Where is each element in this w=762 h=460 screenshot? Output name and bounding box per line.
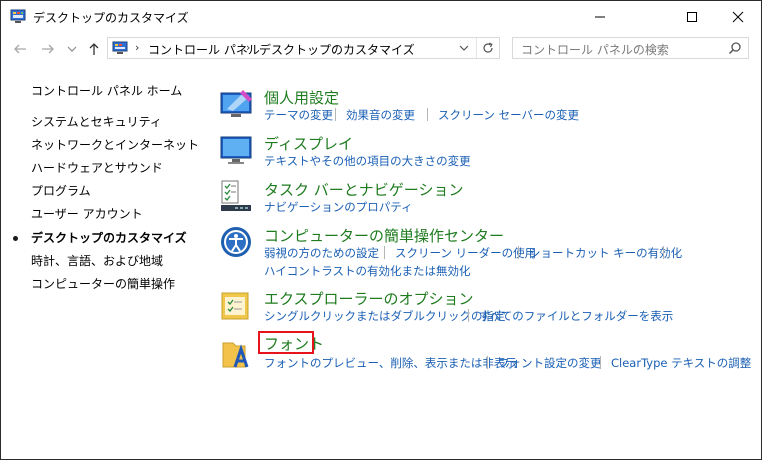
- address-bar[interactable]: › コントロール パネル › デスクトップのカスタマイズ: [107, 37, 500, 59]
- sidebar-item-user-accounts[interactable]: ユーザー アカウント: [31, 205, 143, 222]
- category-title-file-explorer-options[interactable]: エクスプローラーのオプション: [264, 288, 474, 309]
- current-item-bullet: [13, 236, 18, 241]
- refresh-button[interactable]: [476, 38, 499, 58]
- maximize-icon: [687, 11, 697, 22]
- forward-button[interactable]: [39, 39, 57, 59]
- link-separator: [468, 309, 469, 322]
- breadcrumb-separator-icon[interactable]: ›: [246, 41, 250, 54]
- recent-locations-button[interactable]: [65, 39, 79, 59]
- breadcrumb-control-panel[interactable]: コントロール パネル: [148, 41, 260, 58]
- sidebar-item-hardware-sound[interactable]: ハードウェアとサウンド: [31, 159, 163, 176]
- address-dropdown-button[interactable]: [455, 38, 473, 58]
- category-title-ease-of-access[interactable]: コンピューターの簡単操作センター: [264, 225, 504, 246]
- link-change-sounds[interactable]: 効果音の変更: [346, 107, 415, 123]
- chevron-down-icon: [459, 45, 469, 51]
- control-panel-window: デスクトップのカスタマイズ › コントロール パネル › デスクトップのカスタマ…: [0, 0, 762, 460]
- link-screen-reader[interactable]: スクリーン リーダーの使用: [395, 245, 536, 261]
- file-explorer-options-icon[interactable]: [219, 289, 253, 323]
- back-arrow-icon: [14, 44, 26, 54]
- sidebar-item-control-panel-home[interactable]: コントロール パネル ホーム: [31, 82, 182, 99]
- link-separator: [518, 246, 519, 259]
- taskbar-navigation-icon[interactable]: [219, 179, 253, 213]
- link-font-preview[interactable]: フォントのプレビュー、削除、表示または非表示: [264, 355, 517, 371]
- sidebar-item-network-internet[interactable]: ネットワークとインターネット: [31, 136, 199, 153]
- link-separator: [663, 246, 664, 259]
- title-bar[interactable]: デスクトップのカスタマイズ: [1, 1, 761, 33]
- link-separator: [335, 108, 336, 121]
- link-font-settings[interactable]: フォント設定の変更: [498, 355, 602, 371]
- link-text-size[interactable]: テキストやその他の項目の大きさの変更: [264, 153, 471, 169]
- refresh-icon: [483, 42, 493, 53]
- category-title-taskbar-navigation[interactable]: タスク バーとナビゲーション: [264, 179, 463, 200]
- personalization-icon[interactable]: [219, 87, 253, 121]
- control-panel-icon: [112, 41, 128, 54]
- forward-arrow-icon: [42, 44, 54, 54]
- search-input[interactable]: コントロール パネルの検索: [521, 41, 669, 58]
- sidebar-item-appearance[interactable]: デスクトップのカスタマイズ: [31, 229, 187, 246]
- fonts-icon[interactable]: [219, 337, 253, 371]
- link-change-theme[interactable]: テーマの変更: [264, 107, 333, 123]
- link-shortcut-keys[interactable]: ショートカット キーの有効化: [529, 245, 682, 261]
- window-title: デスクトップのカスタマイズ: [33, 11, 189, 25]
- sidebar-item-clock-language-region[interactable]: 時計、言語、および地域: [31, 252, 163, 269]
- link-separator: [600, 356, 601, 369]
- link-low-vision[interactable]: 弱視の方のための設定: [264, 245, 379, 261]
- link-separator: [487, 356, 488, 369]
- sidebar-item-system-security[interactable]: システムとセキュリティ: [31, 113, 162, 130]
- minimize-icon: [595, 16, 605, 17]
- link-cleartype[interactable]: ClearType テキストの調整: [611, 355, 751, 371]
- control-panel-icon: [10, 9, 26, 23]
- maximize-button[interactable]: [669, 1, 715, 32]
- link-change-screensaver[interactable]: スクリーン セーバーの変更: [438, 107, 579, 123]
- breadcrumb-current[interactable]: デスクトップのカスタマイズ: [259, 41, 415, 58]
- back-button[interactable]: [11, 39, 29, 59]
- link-separator: [427, 108, 428, 121]
- category-title-personalization[interactable]: 個人用設定: [264, 87, 339, 108]
- sidebar-item-ease-of-access[interactable]: コンピューターの簡単操作: [31, 275, 175, 292]
- up-arrow-icon: [89, 43, 99, 55]
- link-high-contrast[interactable]: ハイコントラストの有効化または無効化: [264, 263, 471, 279]
- category-title-fonts[interactable]: フォント: [264, 333, 324, 354]
- category-title-display[interactable]: ディスプレイ: [264, 133, 353, 154]
- up-button[interactable]: [85, 39, 103, 59]
- close-icon: [732, 11, 744, 22]
- close-button[interactable]: [715, 1, 761, 32]
- search-box[interactable]: コントロール パネルの検索: [512, 37, 749, 59]
- chevron-down-icon: [67, 46, 77, 52]
- display-icon[interactable]: [219, 133, 253, 167]
- breadcrumb-separator-icon[interactable]: ›: [135, 41, 139, 54]
- link-navigation-properties[interactable]: ナビゲーションのプロパティ: [264, 199, 413, 215]
- link-single-double-click[interactable]: シングルクリックまたはダブルクリックの指定: [264, 308, 506, 324]
- link-separator: [384, 246, 385, 259]
- sidebar-item-programs[interactable]: プログラム: [31, 182, 91, 199]
- link-show-hidden-files[interactable]: すべてのファイルとフォルダーを表示: [479, 308, 673, 324]
- search-icon[interactable]: [728, 41, 742, 55]
- ease-of-access-icon[interactable]: [219, 225, 253, 259]
- minimize-button[interactable]: [577, 1, 623, 32]
